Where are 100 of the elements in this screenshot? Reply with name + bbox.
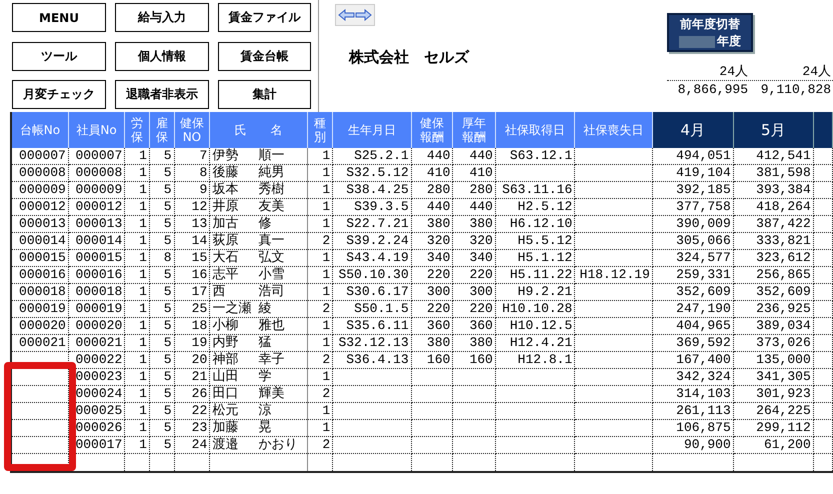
table-cell: 380 xyxy=(469,216,493,231)
surname-cell-text: 松元 xyxy=(212,403,240,418)
column-header: 雇保 xyxy=(149,112,174,148)
table-cell: 1 xyxy=(322,420,330,435)
table-cell: 167,400 xyxy=(676,352,731,367)
amount-total: 9,110,828 xyxy=(760,82,832,97)
table-cell: 7 xyxy=(199,148,208,163)
table-cell: 314,103 xyxy=(676,386,731,401)
surname-cell-text: 志平 xyxy=(212,267,240,282)
column-header: 健保 NO xyxy=(174,112,210,148)
table-cell: 000013 xyxy=(19,216,66,231)
table-cell: 61,200 xyxy=(764,437,811,452)
surname-cell-text: 小柳 xyxy=(212,318,240,334)
table-cell: 17 xyxy=(192,284,208,299)
table-cell: 1 xyxy=(322,165,330,180)
table-cell: S30.6.17 xyxy=(346,284,409,299)
table-cell: 1 xyxy=(322,403,330,418)
surname-cell-text: 荻原 xyxy=(212,233,240,248)
column-header: 社保喪失日 xyxy=(574,112,652,148)
table-cell: 373,026 xyxy=(756,335,811,350)
table-cell: 160 xyxy=(469,352,493,367)
menu-button[interactable]: 給与入力 xyxy=(115,3,209,32)
table-cell: H12.4.21 xyxy=(510,335,572,350)
table-cell: 5 xyxy=(164,318,172,333)
given-name-cell: 幸子 xyxy=(258,352,284,367)
table-cell: 000008 xyxy=(19,165,66,180)
table-cell: 1 xyxy=(139,267,147,282)
column-header: 社員No xyxy=(68,112,125,148)
menu-button[interactable]: 賃金台帳 xyxy=(218,42,311,71)
table-cell: 1 xyxy=(322,250,330,265)
company-name: 株式会社 セルズ xyxy=(349,48,470,67)
table-cell: 000019 xyxy=(19,301,66,316)
swap-button[interactable] xyxy=(335,4,375,26)
table-cell: 5 xyxy=(164,403,172,418)
table-cell: 220 xyxy=(469,301,493,316)
table-cell: 300 xyxy=(426,284,450,299)
table-cell: 000019 xyxy=(75,301,122,316)
table-cell: 1 xyxy=(139,199,147,214)
given-name-cell: 学 xyxy=(258,369,272,384)
table-cell: 000015 xyxy=(75,250,122,265)
menu-button[interactable]: ツール xyxy=(12,42,106,71)
given-name-cell: 修 xyxy=(258,216,272,231)
table-cell: 2 xyxy=(322,352,330,367)
table-cell: 21 xyxy=(192,369,208,384)
table-cell: 2 xyxy=(322,233,330,248)
table-cell: 000018 xyxy=(75,284,122,299)
table-cell: 13 xyxy=(192,216,208,231)
menu-button[interactable]: 集計 xyxy=(218,80,311,110)
given-name-cell: 順一 xyxy=(258,148,284,163)
table-cell: 18 xyxy=(192,318,208,333)
surname-cell-text: 神部 xyxy=(212,352,240,368)
column-header: 5月 xyxy=(733,112,814,148)
table-cell: 5 xyxy=(164,369,172,384)
table-cell: 1 xyxy=(139,420,147,435)
table-cell: 24 xyxy=(192,437,208,452)
table-cell: 264,225 xyxy=(756,403,811,418)
menu-button[interactable]: 個人情報 xyxy=(115,42,209,71)
table-cell: 14 xyxy=(192,233,208,248)
table-cell: 418,264 xyxy=(756,199,811,214)
menu-button[interactable]: 退職者非表示 xyxy=(115,80,209,110)
table-cell: 340 xyxy=(426,250,450,265)
table-cell: 392,185 xyxy=(676,182,731,197)
menu-button[interactable]: 月変チェック xyxy=(12,80,106,110)
table-cell: 323,612 xyxy=(756,250,811,265)
table-cell: 1 xyxy=(139,165,147,180)
table-cell: 220 xyxy=(426,301,450,316)
table-cell: 2 xyxy=(322,437,330,452)
table-cell: 5 xyxy=(164,165,172,180)
table-cell: 5 xyxy=(164,233,172,248)
table-cell: S63.11.16 xyxy=(502,182,572,197)
given-name-cell: かおり xyxy=(258,437,298,452)
menu-button[interactable]: MENU xyxy=(12,3,106,32)
table-cell: 440 xyxy=(469,199,493,214)
given-name-cell: 猛 xyxy=(258,335,272,350)
table-cell: 1 xyxy=(139,369,147,384)
table-cell: 5 xyxy=(164,352,172,367)
table-cell: S35.6.11 xyxy=(346,318,409,333)
table-cell: 5 xyxy=(164,199,172,214)
table-cell: 135,000 xyxy=(756,352,811,367)
year-switch-button[interactable]: 前年度切替 年度 xyxy=(667,13,753,52)
table-cell: 1 xyxy=(322,199,330,214)
table-cell: 387,422 xyxy=(756,216,811,231)
table-cell: 000018 xyxy=(19,284,66,299)
table-cell: 000021 xyxy=(75,335,122,350)
column-header: 氏 名 xyxy=(210,112,308,148)
table-cell: 389,034 xyxy=(756,318,811,333)
table-cell: 5 xyxy=(164,148,172,163)
table-cell: 22 xyxy=(192,403,208,418)
table-cell: 2 xyxy=(322,386,330,401)
table-cell: 1 xyxy=(322,216,330,231)
table-cell: 247,190 xyxy=(676,301,731,316)
table-cell: H10.10.28 xyxy=(502,301,572,316)
menu-button[interactable]: 賃金ファイル xyxy=(218,3,311,32)
given-name-cell: 真一 xyxy=(258,233,284,248)
given-name-cell: 弘文 xyxy=(258,250,284,265)
surname-cell-text: 伊勢 xyxy=(212,148,240,164)
table-cell: 1 xyxy=(139,301,147,316)
table-cell: 2 xyxy=(322,301,330,316)
given-name-cell: 輝美 xyxy=(258,386,284,401)
table-cell: 9 xyxy=(199,182,208,197)
